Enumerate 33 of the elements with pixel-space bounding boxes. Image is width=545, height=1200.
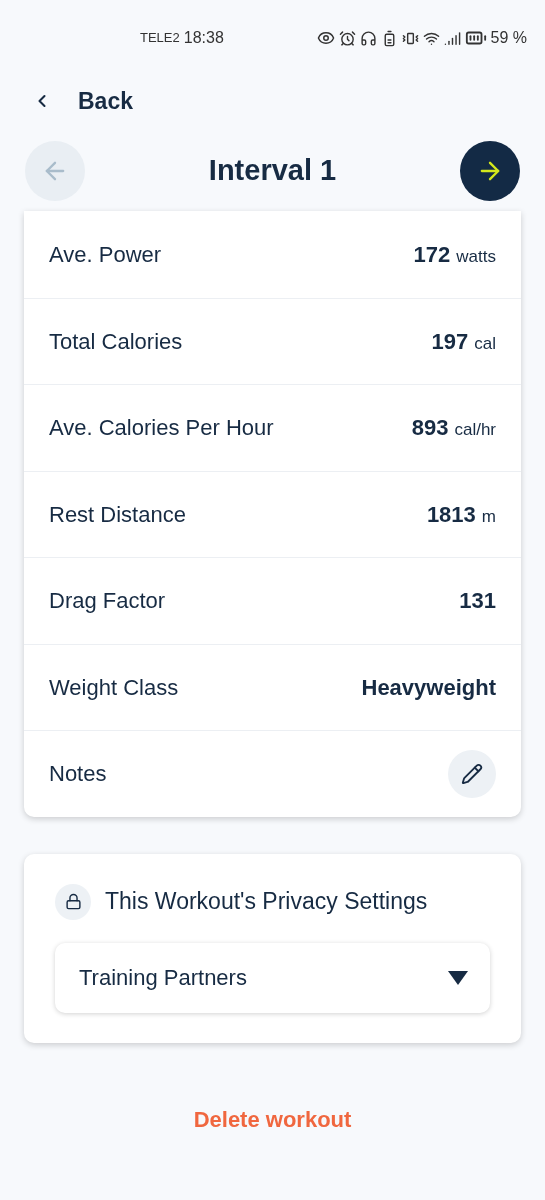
alarm-icon [338,29,356,47]
stat-unit: m [481,505,496,528]
signal-icon [443,29,461,47]
stat-label: Rest Distance [49,500,186,529]
stat-value: Heavyweight [361,673,496,702]
stat-label: Ave. Power [49,240,162,269]
next-button[interactable] [460,141,520,201]
edit-button[interactable] [448,749,496,798]
stat-value: 131 [459,587,496,616]
battery-percent: 59 % [490,28,527,48]
stat-label: Drag Factor [49,587,166,616]
clock: 18:38 [183,28,224,48]
stat-value: 197 [431,327,469,356]
stat-label: Notes [49,760,107,789]
carrier: TELE2 [140,29,180,48]
stat-value: 1813 [426,500,476,529]
interval-title: Interval 1 [208,153,337,189]
stat-label: Ave. Calories Per Hour [49,414,274,443]
eye-icon [316,29,335,47]
stat-value: 893 [411,414,449,443]
headphones-icon [359,29,377,47]
privacy-dropdown[interactable]: Training Partners [55,942,490,1013]
stat-unit: cal/hr [454,419,496,442]
stat-unit: cal [474,332,496,355]
dropdown-caret-icon [448,970,468,985]
stat-label: Total Calories [49,327,183,356]
stat-value: 172 [413,240,451,269]
privacy-title: This Workout's Privacy Settings [105,887,428,917]
lock-icon [55,883,91,920]
pencil-icon [461,762,483,785]
back-link[interactable]: Back [78,83,133,119]
stat-unit: watts [456,245,496,268]
stat-label: Weight Class [49,673,179,702]
